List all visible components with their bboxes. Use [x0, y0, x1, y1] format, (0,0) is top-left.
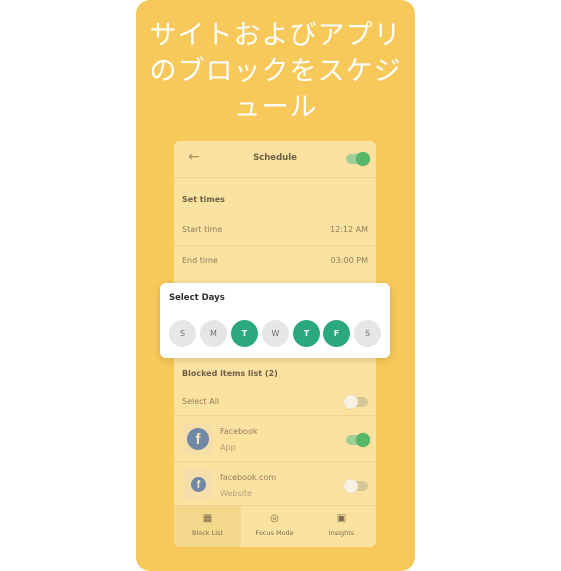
set-times-heading: Set times [182, 195, 225, 204]
target-icon: ◎ [270, 513, 279, 524]
day-tuesday-button[interactable]: T [231, 320, 258, 347]
blocked-item-type: Website [220, 489, 252, 498]
day-wednesday-button[interactable]: W [262, 320, 289, 347]
bottom-navigation: ▦ Block List ◎ Focus Mode ▣ Insights [174, 505, 376, 547]
blocked-list-heading: Blocked items list (2) [182, 369, 278, 378]
day-thursday-button[interactable]: T [293, 320, 320, 347]
start-time-label: Start time [182, 225, 223, 234]
app-bar: ← Schedule [174, 141, 376, 178]
blocked-item-type: App [220, 443, 236, 452]
toggle-knob [356, 152, 370, 166]
toggle-knob [356, 433, 370, 447]
toggle-knob [344, 395, 358, 409]
chart-icon: ▣ [336, 513, 347, 524]
promo-headline: サイトおよびアプリ のブロックをスケジ ュール [136, 18, 415, 126]
headline-line-2: のブロックをスケジ [149, 56, 402, 87]
nav-label: Focus Mode [255, 529, 294, 537]
day-monday-button[interactable]: M [200, 320, 227, 347]
nav-label: Block List [191, 529, 223, 537]
nav-insights[interactable]: ▣ Insights [308, 506, 375, 547]
facebook-website-icon-tile: f [183, 469, 213, 499]
day-saturday-button[interactable]: S [354, 320, 381, 347]
facebook-app-toggle[interactable] [346, 433, 370, 447]
blocked-item-name: facebook.com [220, 473, 277, 482]
nav-focus-mode[interactable]: ◎ Focus Mode [241, 506, 308, 547]
facebook-website-toggle[interactable] [344, 479, 368, 493]
day-friday-button[interactable]: F [323, 320, 350, 347]
facebook-icon: f [187, 428, 209, 450]
headline-line-3: ュール [233, 92, 318, 123]
divider [174, 245, 376, 246]
facebook-icon: f [191, 477, 206, 492]
divider [174, 415, 376, 416]
divider [174, 461, 376, 462]
select-all-label: Select All [182, 397, 220, 406]
schedule-toggle[interactable] [346, 152, 370, 166]
start-time-value[interactable]: 12:12 AM [330, 225, 368, 234]
end-time-label: End time [182, 256, 218, 265]
blocked-item-name: Facebook [220, 427, 258, 436]
end-time-value[interactable]: 03:00 PM [331, 256, 368, 265]
select-days-title: Select Days [169, 293, 225, 303]
grid-icon: ▦ [202, 513, 213, 524]
select-days-card: Select Days S M T W T F S [160, 283, 390, 358]
nav-label: Insights [328, 529, 355, 537]
toggle-knob [344, 479, 358, 493]
nav-block-list[interactable]: ▦ Block List [174, 506, 241, 547]
select-all-toggle[interactable] [344, 395, 368, 409]
facebook-app-icon-tile: f [183, 424, 213, 454]
headline-line-1: サイトおよびアプリ [149, 20, 402, 51]
day-sunday-button[interactable]: S [169, 320, 196, 347]
